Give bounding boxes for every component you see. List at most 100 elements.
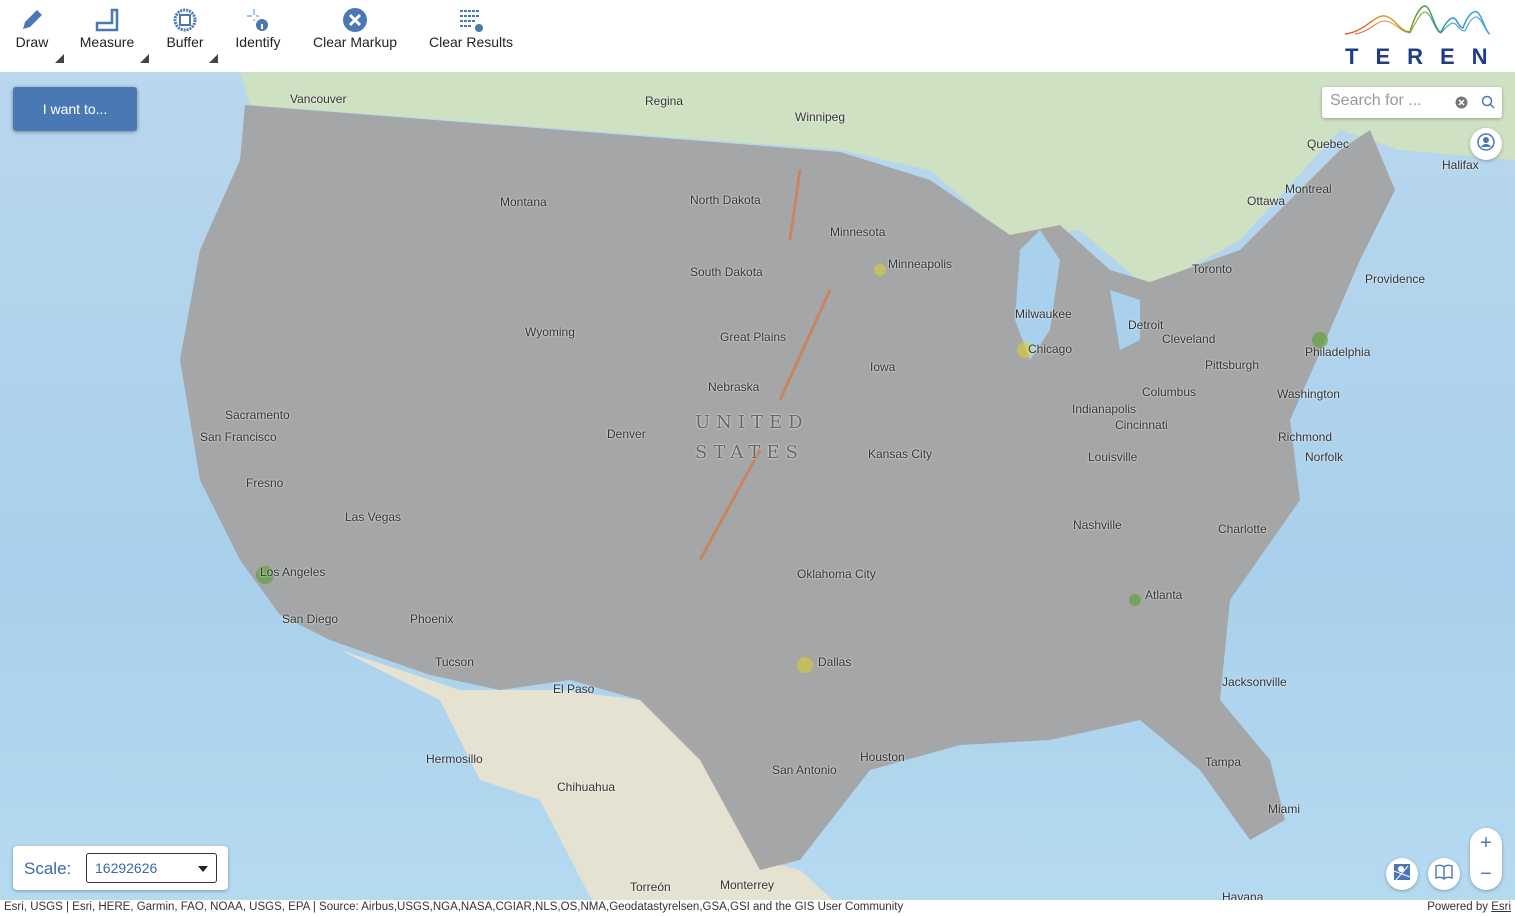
map-label: Milwaukee <box>1015 307 1072 321</box>
map-label: Norfolk <box>1305 450 1344 464</box>
logo-text: TEREN <box>1345 44 1505 69</box>
scale-select[interactable]: 16292626 <box>86 853 217 883</box>
buffer-tool[interactable]: Buffer <box>163 6 218 63</box>
zoom-out-button[interactable]: − <box>1470 859 1502 890</box>
map-label: Houston <box>860 750 905 764</box>
map-label: STATES <box>695 442 804 463</box>
buffer-icon <box>163 6 207 34</box>
map-label: Monterrey <box>720 878 775 892</box>
ruler-icon <box>78 6 136 34</box>
clear-circle-icon <box>310 6 400 34</box>
map-label: South Dakota <box>690 265 763 279</box>
map-label: Vancouver <box>290 92 347 106</box>
tool-label: Clear Markup <box>312 34 398 50</box>
chevron-down-icon <box>198 866 208 872</box>
map-label: Atlanta <box>1145 588 1183 602</box>
map-label: North Dakota <box>690 193 761 207</box>
map-label: Toronto <box>1192 262 1233 276</box>
map-label: Charlotte <box>1218 522 1267 536</box>
tool-label: Clear Results <box>428 34 514 50</box>
map-label: San Antonio <box>772 763 837 777</box>
dropdown-triangle-icon[interactable] <box>209 54 218 63</box>
dropdown-triangle-icon[interactable] <box>140 54 149 63</box>
zoom-in-button[interactable]: + <box>1470 828 1502 859</box>
scale-value: 16292626 <box>95 860 158 876</box>
map-label: Torreón <box>630 880 671 894</box>
map-label: Wyoming <box>525 325 575 339</box>
identify-tool[interactable]: Identify <box>233 6 283 50</box>
map-label: Montana <box>500 195 547 209</box>
clear-list-icon <box>426 6 516 34</box>
map-label: Tampa <box>1205 755 1242 769</box>
map-label: Cincinnati <box>1115 418 1168 432</box>
map-label: Washington <box>1277 387 1340 401</box>
map-label: Cleveland <box>1162 332 1216 346</box>
map-label: Jacksonville <box>1222 675 1287 689</box>
esri-link[interactable]: Esri <box>1491 901 1511 913</box>
zoom-control: + − <box>1470 828 1502 890</box>
map-label: Indianapolis <box>1072 402 1137 416</box>
map-label: Miami <box>1268 802 1300 816</box>
map-label: Dallas <box>818 655 852 669</box>
toolbar: Draw Measure Buffer Identify Clear Marku… <box>0 0 1515 72</box>
dropdown-triangle-icon[interactable] <box>55 54 64 63</box>
clear-results-tool[interactable]: Clear Results <box>426 6 516 50</box>
clear-markup-tool[interactable]: Clear Markup <box>310 6 400 50</box>
map-pin-icon <box>1393 863 1411 886</box>
tool-label: Buffer <box>166 34 204 50</box>
map-label: Tucson <box>435 655 474 669</box>
map-label: Las Vegas <box>345 510 402 524</box>
pencil-icon <box>12 6 52 34</box>
map-label: Richmond <box>1278 430 1333 444</box>
map-label: San Diego <box>282 612 339 626</box>
map-label: Great Plains <box>720 330 787 344</box>
map-label: Nebraska <box>708 380 760 394</box>
map-label: Iowa <box>870 360 896 374</box>
map-label: El Paso <box>553 682 595 696</box>
attribution-text: Esri, USGS | Esri, HERE, Garmin, FAO, NO… <box>4 901 904 913</box>
i-want-to-button[interactable]: I want to... <box>13 87 137 131</box>
map-view[interactable]: Vancouver Regina Winnipeg Montana North Dako… <box>0 72 1515 900</box>
map-label: Providence <box>1365 272 1426 286</box>
clear-search-icon[interactable] <box>1455 96 1468 114</box>
map-label: Ottawa <box>1247 194 1286 208</box>
attribution-bar: Esri, USGS | Esri, HERE, Garmin, FAO, NO… <box>0 900 1515 916</box>
map-label: Phoenix <box>410 612 454 626</box>
map-label: Columbus <box>1142 385 1197 399</box>
map-label: Montreal <box>1285 182 1332 196</box>
scale-control: Scale: 16292626 <box>13 846 228 890</box>
map-label: Los Angeles <box>260 565 326 579</box>
map-label: Kansas City <box>868 447 933 461</box>
measure-tool[interactable]: Measure <box>78 6 149 63</box>
map-label: Halifax <box>1442 158 1479 172</box>
search-box <box>1322 87 1502 118</box>
user-location-icon <box>1477 132 1495 156</box>
search-icon[interactable] <box>1481 95 1495 114</box>
map-label: Philadelphia <box>1305 345 1371 359</box>
bookmarks-button[interactable] <box>1428 858 1460 890</box>
draw-tool[interactable]: Draw <box>12 6 64 63</box>
map-label: Nashville <box>1073 518 1122 532</box>
map-label: San Francisco <box>200 430 277 444</box>
map-label: Havana <box>1222 890 1264 900</box>
tool-label: Measure <box>79 34 135 50</box>
scale-label: Scale: <box>24 859 72 878</box>
search-input[interactable] <box>1330 92 1450 110</box>
identify-icon <box>233 6 283 34</box>
map-label: Detroit <box>1128 318 1164 332</box>
map-label: Chihuahua <box>557 780 616 794</box>
basemap-button[interactable] <box>1386 858 1418 890</box>
map-label: Hermosillo <box>426 752 483 766</box>
map-label: Sacramento <box>225 408 290 422</box>
map-label: Chicago <box>1028 342 1073 356</box>
locate-user-button[interactable] <box>1470 128 1502 160</box>
map-label: Minnesota <box>830 225 886 239</box>
map-label: UNITED <box>695 412 809 433</box>
tool-label: Draw <box>15 34 49 50</box>
tool-label: Identify <box>235 34 281 50</box>
map-label: Minneapolis <box>888 257 953 271</box>
map-label: Fresno <box>246 476 284 490</box>
map-label: Winnipeg <box>795 110 846 124</box>
map-label: Quebec <box>1307 137 1350 151</box>
book-icon <box>1435 864 1453 885</box>
